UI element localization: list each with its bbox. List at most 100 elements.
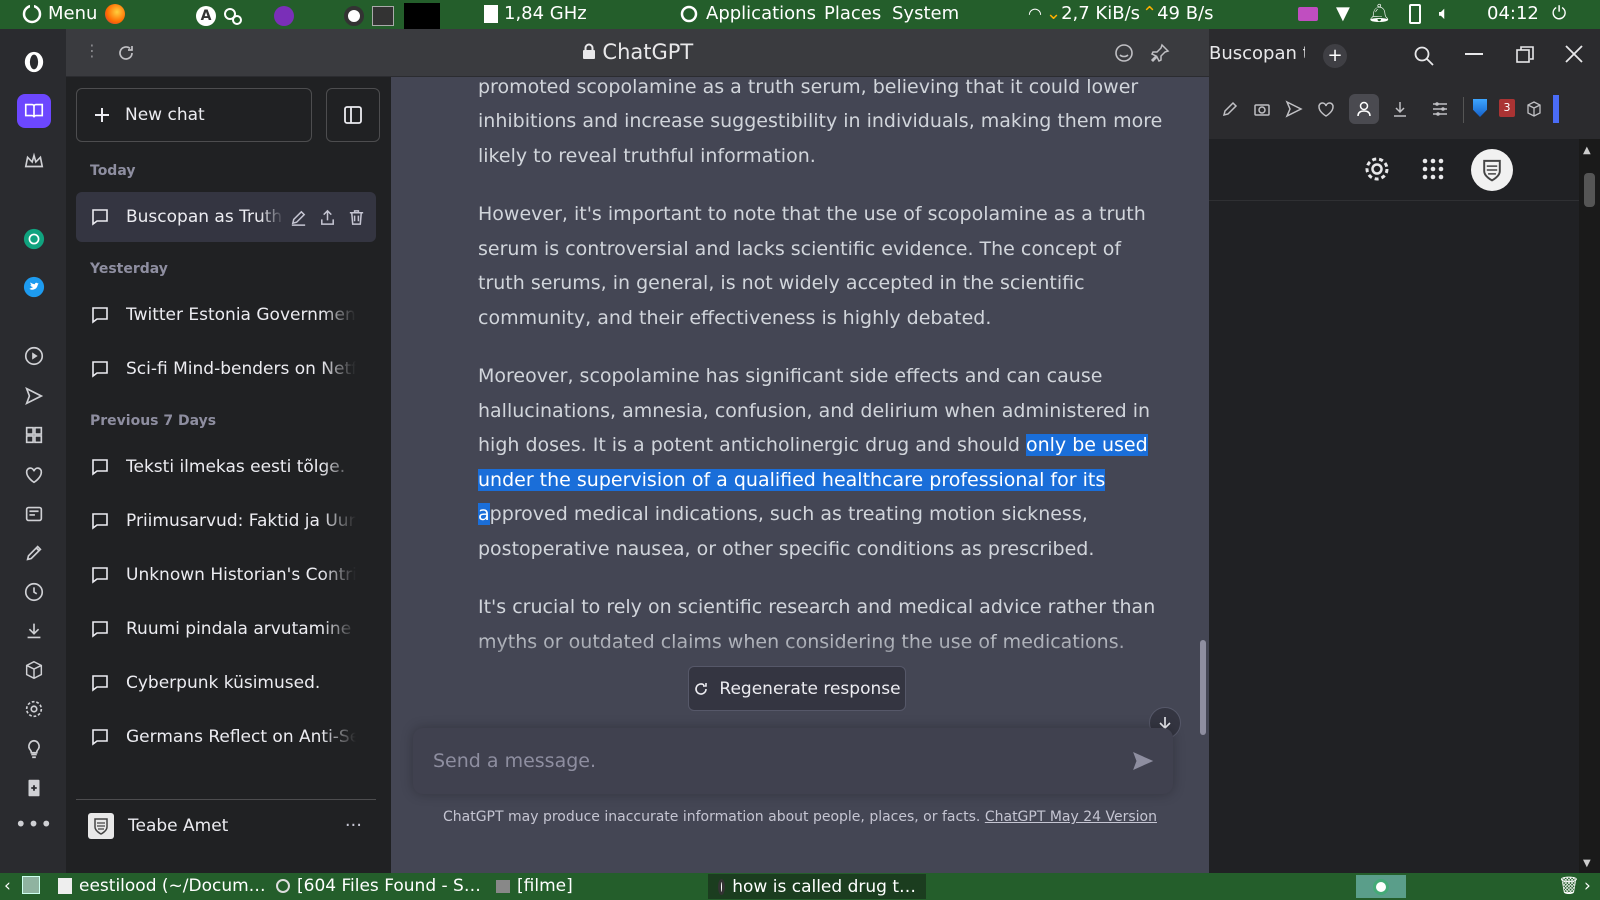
pin-icon[interactable] bbox=[1150, 43, 1170, 63]
add-panel-icon[interactable] bbox=[17, 771, 51, 805]
chat-bubble-icon bbox=[92, 307, 108, 324]
clock[interactable]: 04:12 bbox=[1487, 3, 1539, 24]
text-segment: pproved medical indications, such as tre… bbox=[478, 503, 1095, 560]
conversation-item[interactable]: Teksti ilmekas eesti tõlge. bbox=[76, 442, 376, 492]
version-link[interactable]: ChatGPT May 24 Version bbox=[985, 809, 1157, 825]
places-menu[interactable]: Places bbox=[824, 3, 881, 24]
workspace-switcher[interactable] bbox=[1356, 875, 1406, 898]
taskbar-item[interactable]: [604 Files Found - S… bbox=[276, 876, 481, 896]
speed-dial-icon[interactable] bbox=[17, 418, 51, 452]
downloads-icon[interactable] bbox=[17, 614, 51, 648]
message-input[interactable] bbox=[433, 746, 1113, 776]
more-dots-icon[interactable]: ··· bbox=[345, 815, 362, 836]
scroll-thumb[interactable] bbox=[1584, 173, 1595, 207]
easy-setup-icon[interactable] bbox=[1431, 100, 1449, 118]
minimize-icon[interactable] bbox=[1465, 53, 1483, 55]
section-previous-7-days: Previous 7 Days bbox=[90, 413, 217, 429]
settings-gears-icon[interactable] bbox=[222, 5, 244, 27]
conversation-item[interactable]: Sci-fi Mind-benders on Netflix bbox=[76, 344, 376, 394]
emoji-icon[interactable] bbox=[1114, 43, 1134, 63]
conversation-title: Teksti ilmekas eesti tõlge. bbox=[126, 457, 346, 477]
conversation-item[interactable]: Priimusarvud: Faktid ja Uurimused bbox=[76, 496, 376, 546]
twitter-icon[interactable] bbox=[17, 270, 51, 304]
conversation-item[interactable]: Twitter Estonia Government Account bbox=[76, 290, 376, 340]
send-button[interactable] bbox=[1129, 747, 1157, 775]
new-tab-plus-icon[interactable]: + bbox=[1323, 44, 1347, 68]
battery-icon[interactable] bbox=[1408, 3, 1421, 24]
trash-tray-icon[interactable]: 🗑︎ bbox=[1558, 876, 1580, 896]
firefox-icon[interactable] bbox=[105, 3, 126, 24]
edit-pencil-icon[interactable] bbox=[289, 208, 308, 227]
scroll-up-icon[interactable]: ▲ bbox=[1583, 145, 1591, 156]
conversation-item-active[interactable]: Buscopan as Truth Serum bbox=[76, 192, 376, 242]
chat-scrollbar[interactable] bbox=[1200, 640, 1206, 735]
news-icon[interactable] bbox=[17, 497, 51, 531]
right-scrollbar[interactable]: ▲ ▼ bbox=[1579, 139, 1600, 873]
trash-icon[interactable] bbox=[347, 208, 366, 227]
right-tab-title[interactable]: Buscopan tr bbox=[1209, 43, 1305, 64]
taskbar-scroll-left-icon[interactable]: ‹ bbox=[4, 876, 11, 896]
new-chat-button[interactable]: New chat bbox=[76, 88, 312, 142]
opera-launcher-icon[interactable] bbox=[344, 6, 364, 26]
cube-extension-icon[interactable] bbox=[1525, 100, 1543, 118]
conversation-title: Buscopan as Truth Serum bbox=[126, 207, 284, 227]
taskbar-item[interactable]: eestilood (~/Docum… bbox=[58, 876, 266, 896]
settings-gear-icon[interactable] bbox=[17, 692, 51, 726]
search-icon[interactable] bbox=[1413, 45, 1435, 67]
restore-icon[interactable] bbox=[1515, 45, 1535, 65]
history-clock-icon[interactable] bbox=[17, 575, 51, 609]
settings-gear-icon[interactable] bbox=[1363, 155, 1391, 183]
pinboard-icon[interactable] bbox=[17, 536, 51, 570]
conversation-item[interactable]: Germans Reflect on Anti-Semitism bbox=[76, 712, 376, 762]
taskbar-item[interactable]: [filme] bbox=[496, 876, 573, 896]
user-menu-button[interactable]: Teabe Amet ··· bbox=[76, 799, 376, 851]
apps-grid-icon[interactable] bbox=[1421, 157, 1445, 181]
heart-icon[interactable] bbox=[1317, 100, 1335, 118]
terminal-icon[interactable] bbox=[372, 6, 394, 26]
profile-button[interactable] bbox=[1349, 94, 1379, 124]
camera-icon[interactable] bbox=[1253, 100, 1271, 118]
applications-menu[interactable]: Applications bbox=[680, 3, 816, 24]
crown-icon[interactable] bbox=[17, 144, 51, 178]
network-tray-icon[interactable]: ▼ bbox=[1336, 3, 1350, 24]
shield-extension-icon[interactable] bbox=[1473, 99, 1487, 117]
bookmarks-heart-icon[interactable] bbox=[17, 458, 51, 492]
toggle-sidebar-button[interactable] bbox=[326, 88, 380, 142]
download-icon[interactable] bbox=[1391, 100, 1409, 118]
a-launcher-icon[interactable]: A bbox=[196, 6, 216, 26]
pencil-note-icon[interactable] bbox=[1221, 100, 1239, 118]
taskbar-item-active[interactable]: how is called drug t… bbox=[708, 874, 926, 899]
notification-bell-icon[interactable]: 🔔︎ bbox=[1368, 3, 1391, 24]
power-icon[interactable]: ⏻ bbox=[1552, 3, 1566, 24]
cpu-icon bbox=[484, 4, 498, 23]
show-desktop-icon[interactable] bbox=[22, 876, 40, 894]
menu-button[interactable]: Menu bbox=[22, 3, 126, 24]
app-purple-icon[interactable] bbox=[274, 6, 294, 26]
account-avatar[interactable] bbox=[1471, 149, 1513, 191]
chatgpt-sidebar-icon[interactable] bbox=[17, 222, 51, 256]
window-titlebar: ⋮ ChatGPT bbox=[66, 29, 1209, 77]
media-tray-icon[interactable] bbox=[1298, 6, 1318, 21]
extension-badge-icon[interactable]: 3 bbox=[1499, 99, 1515, 117]
lightbulb-icon[interactable] bbox=[17, 732, 51, 766]
workspace-book-icon[interactable] bbox=[17, 94, 51, 128]
conversation-item[interactable]: Ruumi pindala arvutamine bbox=[76, 604, 376, 654]
player-icon[interactable] bbox=[17, 339, 51, 373]
opera-logo-icon[interactable] bbox=[17, 45, 51, 79]
more-options-icon[interactable]: ••• bbox=[15, 807, 52, 841]
extensions-cube-icon[interactable] bbox=[17, 653, 51, 687]
regenerate-response-button[interactable]: Regenerate response bbox=[688, 666, 906, 711]
system-menu[interactable]: System bbox=[892, 3, 959, 24]
taskbar-item-label: [filme] bbox=[517, 876, 573, 896]
conversation-item[interactable]: Unknown Historian's Contributions bbox=[76, 550, 376, 600]
volume-icon[interactable]: 🔈︎ bbox=[1439, 3, 1450, 24]
right-page-content bbox=[1209, 139, 1579, 873]
close-icon[interactable] bbox=[1563, 43, 1585, 65]
share-icon[interactable] bbox=[318, 208, 337, 227]
send-icon[interactable] bbox=[1285, 100, 1303, 118]
conversation-item[interactable]: Cyberpunk küsimused. bbox=[76, 658, 376, 708]
scroll-down-icon[interactable]: ▼ bbox=[1583, 858, 1591, 869]
black-window-icon[interactable] bbox=[404, 3, 440, 29]
taskbar-scroll-right-icon[interactable]: › bbox=[1584, 876, 1591, 896]
send-flow-icon[interactable] bbox=[17, 379, 51, 413]
